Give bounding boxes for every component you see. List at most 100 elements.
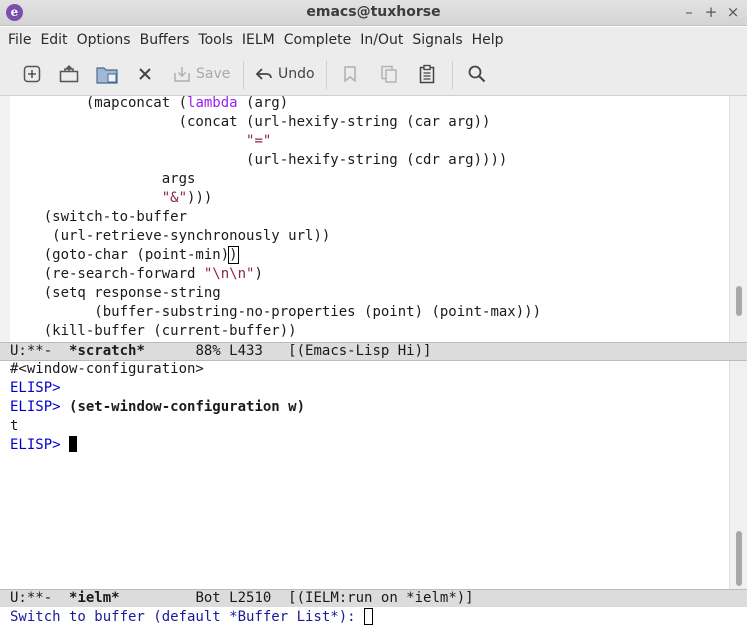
code-line: (setq response-string — [10, 284, 221, 303]
mode-line-mode[interactable]: [(Emacs-Lisp Hi)] — [288, 343, 431, 359]
search-button[interactable] — [465, 62, 489, 86]
menu-signals[interactable]: Signals — [412, 32, 462, 48]
code-token: (arg) — [237, 96, 289, 111]
minibuffer-cursor — [364, 608, 374, 625]
code-token: ))) — [187, 190, 213, 206]
code-line: (goto-char (point-min)) — [10, 246, 239, 265]
cut-button[interactable] — [338, 62, 362, 86]
menu-options[interactable]: Options — [77, 32, 131, 48]
code-line: "=" — [10, 132, 271, 151]
code-string: "&" — [161, 190, 188, 206]
paste-button[interactable] — [415, 62, 439, 86]
repl-line: ELISP> — [10, 379, 61, 398]
menu-complete[interactable]: Complete — [284, 32, 351, 48]
code-line: args — [10, 170, 196, 189]
scratch-scrollbar[interactable] — [729, 96, 747, 342]
code-line: (url-hexify-string (cdr arg)))) — [10, 151, 507, 170]
scratch-buffer-window[interactable]: (mapconcat (lambda (arg) (concat (url-he… — [0, 96, 747, 342]
code-line: (mapconcat (lambda (arg) — [10, 96, 288, 113]
dired-button[interactable] — [95, 62, 119, 86]
code-token: (mapconcat ( — [85, 96, 188, 111]
repl-result-line: #<window-configuration> — [10, 361, 204, 377]
mode-line-buffer-name[interactable]: *scratch* — [69, 343, 145, 359]
open-file-button[interactable] — [57, 62, 81, 86]
mode-line-mode[interactable]: [(IELM:run on *ielm*)] — [288, 590, 473, 606]
ielm-scroll-thumb[interactable] — [736, 531, 742, 586]
minibuffer-prompt: Switch to buffer (default *Buffer List*)… — [10, 609, 365, 625]
text-cursor — [69, 436, 78, 452]
code-token: (switch-to-buffer — [43, 209, 188, 225]
new-file-button[interactable] — [20, 62, 44, 86]
mode-line-status: U:**- — [10, 590, 70, 606]
undo-label: Undo — [278, 66, 315, 82]
toolbar-separator — [243, 61, 244, 89]
menu-file[interactable]: File — [8, 32, 31, 48]
toolbar-separator — [452, 61, 453, 89]
close-window-button[interactable]: × — [724, 3, 742, 21]
code-string: "=" — [246, 133, 272, 149]
code-token: args — [161, 171, 196, 187]
code-token: (concat (url-hexify-string (car arg)) — [178, 114, 491, 130]
code-token: ) — [254, 266, 263, 282]
menu-edit[interactable]: Edit — [40, 32, 67, 48]
scratch-scroll-thumb[interactable] — [736, 286, 742, 316]
code-line: (buffer-substring-no-properties (point) … — [10, 303, 541, 322]
ielm-buffer-window[interactable]: #<window-configuration> ELISP> ELISP> (s… — [0, 361, 747, 589]
minimize-button[interactable]: – — [680, 3, 698, 21]
menu-tools[interactable]: Tools — [198, 32, 233, 48]
code-string: "\n\n" — [203, 266, 255, 282]
repl-output: t — [10, 418, 19, 434]
save-icon — [172, 64, 192, 84]
undo-icon — [254, 66, 274, 82]
toolbar-separator — [326, 61, 327, 89]
code-line: (re-search-forward "\n\n") — [10, 265, 263, 284]
paste-icon — [417, 64, 437, 84]
cut-icon — [340, 64, 360, 84]
menu-bar: File Edit Options Buffers Tools IELM Com… — [0, 27, 747, 53]
copy-button[interactable] — [377, 62, 401, 86]
ielm-scrollbar[interactable] — [729, 361, 747, 589]
mode-line-ielm[interactable]: U:**- *ielm* Bot L2510 [(IELM:run on *ie… — [0, 589, 747, 608]
repl-input: (set-window-configuration w) — [69, 399, 306, 415]
repl-line: ELISP> — [10, 436, 78, 455]
mode-line-buffer-name[interactable]: *ielm* — [69, 590, 120, 606]
new-file-icon — [22, 64, 42, 84]
code-line: "&"))) — [10, 189, 213, 208]
maximize-button[interactable]: + — [702, 3, 720, 21]
menu-in-out[interactable]: In/Out — [360, 32, 403, 48]
code-token: (setq response-string — [43, 285, 221, 301]
code-token: (kill-buffer (current-buffer)) — [43, 323, 297, 339]
minibuffer[interactable]: Switch to buffer (default *Buffer List*)… — [0, 607, 747, 631]
undo-button[interactable]: Undo — [254, 62, 315, 86]
save-button[interactable]: Save — [172, 62, 230, 86]
menu-help[interactable]: Help — [472, 32, 504, 48]
tool-bar: Save Undo — [0, 53, 747, 96]
window-title: emacs@tuxhorse — [306, 4, 441, 20]
code-line: (concat (url-hexify-string (car arg)) — [10, 113, 491, 132]
directory-icon — [95, 63, 119, 85]
repl-line: ELISP> (set-window-configuration w) — [10, 398, 305, 417]
copy-icon — [379, 64, 399, 84]
mode-line-position: 88% L433 — [144, 343, 289, 359]
mode-line-scratch[interactable]: U:**- *scratch* 88% L433 [(Emacs-Lisp Hi… — [0, 342, 747, 361]
menu-ielm[interactable]: IELM — [242, 32, 275, 48]
code-token: (url-retrieve-synchronously url)) — [52, 228, 331, 244]
title-bar: e emacs@tuxhorse – + × — [0, 0, 747, 26]
code-token: (url-hexify-string (cdr arg)))) — [246, 152, 508, 168]
code-cursor: ) — [228, 246, 239, 264]
menu-buffers[interactable]: Buffers — [140, 32, 190, 48]
kill-buffer-button[interactable] — [133, 62, 157, 86]
left-fringe — [0, 96, 10, 342]
